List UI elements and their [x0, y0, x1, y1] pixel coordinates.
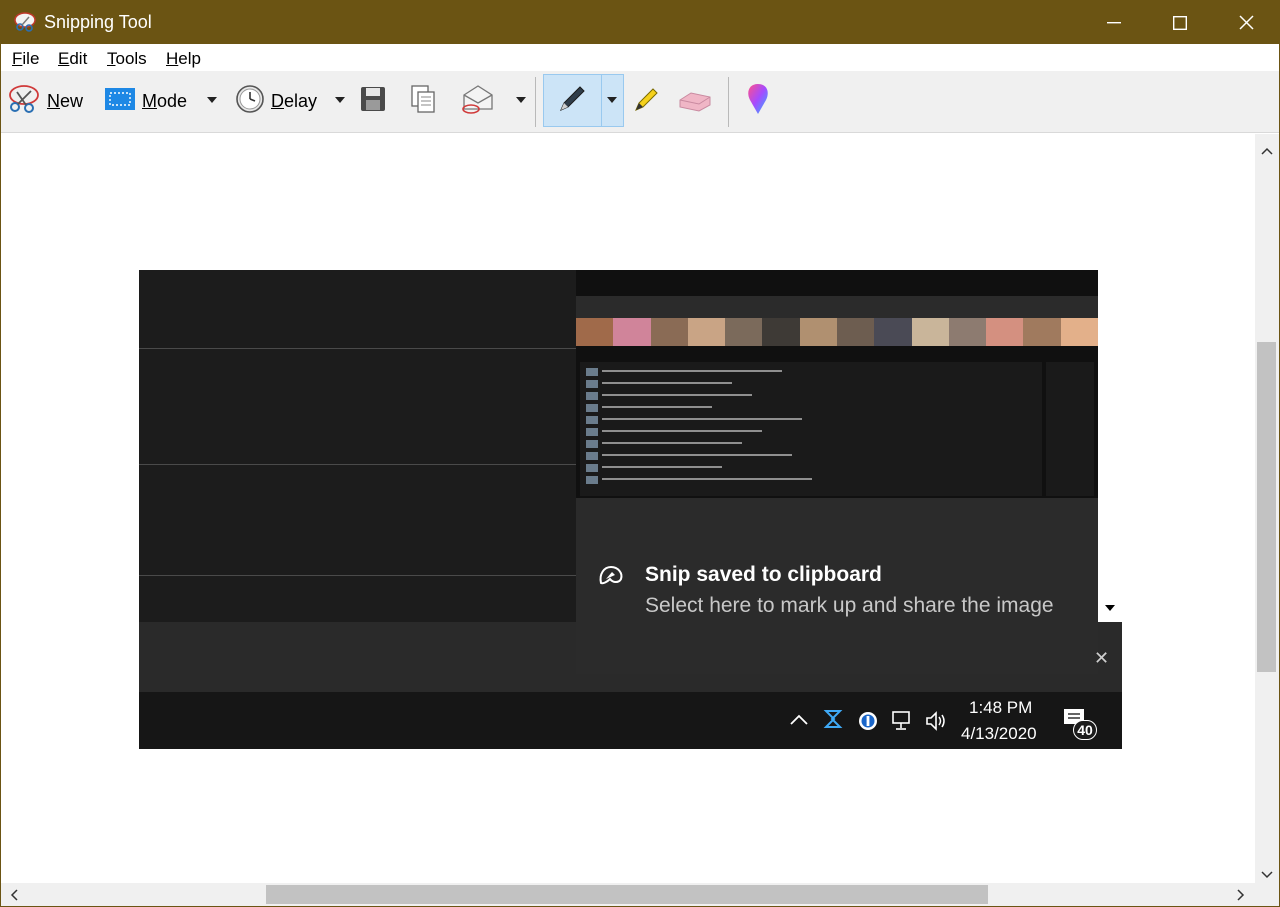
captured-post-list [580, 362, 1042, 496]
captured-scroll-strip [1098, 270, 1122, 622]
eraser-button[interactable] [677, 83, 713, 119]
floppy-disk-icon [359, 85, 387, 118]
window-title: Snipping Tool [44, 12, 152, 32]
vertical-scrollbar[interactable] [1255, 134, 1279, 883]
envelope-icon [460, 83, 496, 120]
scissors-icon [7, 83, 41, 120]
maximize-button[interactable] [1147, 1, 1213, 44]
taskbar-time: 1:48 PM [969, 698, 1033, 717]
captured-banner-images [576, 318, 1098, 346]
toast-close-icon: ✕ [1094, 648, 1110, 668]
chevron-up-icon [789, 712, 809, 731]
highlighter-icon [630, 83, 662, 120]
close-button[interactable] [1213, 1, 1279, 44]
scrollbar-corner [1255, 883, 1279, 906]
new-button[interactable]: New [7, 83, 83, 119]
captured-browser-tabs [576, 296, 1098, 318]
menu-tools[interactable]: Tools [107, 49, 147, 69]
send-dropdown-caret[interactable] [516, 97, 526, 103]
snipping-tool-app-icon [13, 11, 37, 33]
app-tray-icon [822, 708, 844, 735]
menu-help-accel: H [166, 49, 179, 68]
toolbar: New Mode Delay [1, 71, 1279, 133]
snip-sketch-icon [598, 564, 624, 591]
delay-button[interactable]: Delay [235, 83, 317, 119]
highlighter-button[interactable] [630, 83, 662, 119]
menu-file-accel: F [12, 49, 23, 68]
mode-button[interactable]: Mode [104, 83, 187, 119]
scroll-up-arrow-icon[interactable] [1261, 142, 1273, 160]
scroll-right-arrow-icon[interactable] [1237, 888, 1245, 906]
delay-dropdown-caret[interactable] [335, 97, 345, 103]
captured-snip-image: Snip saved to clipboard Select here to m… [139, 270, 1122, 749]
toast-title: Snip saved to clipboard [645, 563, 882, 586]
new-label: New [47, 90, 84, 111]
password-manager-icon [857, 710, 879, 737]
toolbar-separator-2 [728, 77, 729, 127]
menu-edit[interactable]: Edit [58, 49, 87, 69]
delay-label: Delay [271, 90, 318, 111]
pen-split-divider [601, 74, 602, 127]
copy-button[interactable] [409, 83, 437, 119]
snip-toast-notification: Snip saved to clipboard Select here to m… [576, 498, 1098, 674]
rectangle-snip-icon [104, 87, 136, 116]
menu-edit-accel: E [58, 49, 70, 68]
menu-file[interactable]: File [12, 49, 39, 69]
menu-tools-label: ools [115, 49, 147, 68]
notification-count-badge: 40 [1073, 720, 1097, 740]
toolbar-separator [535, 77, 536, 127]
menu-file-label: ile [22, 49, 40, 68]
scroll-down-arrow-icon[interactable] [1261, 866, 1273, 884]
title-bar[interactable]: Snipping Tool [1, 1, 1279, 44]
captured-scroll-down-arrow [1105, 605, 1115, 611]
clock-icon [235, 84, 265, 119]
scroll-left-arrow-icon[interactable] [10, 888, 18, 906]
snip-divider-line [139, 348, 576, 349]
menu-help[interactable]: Help [166, 49, 201, 69]
menu-edit-label: dit [69, 49, 88, 68]
save-button[interactable] [359, 83, 387, 119]
vertical-scroll-thumb[interactable] [1257, 342, 1276, 672]
eraser-icon [677, 85, 713, 118]
horizontal-scroll-thumb[interactable] [266, 885, 988, 904]
pen-icon [556, 83, 588, 120]
menu-tools-accel: T [107, 49, 116, 68]
taskbar-date: 4/13/2020 [961, 724, 1037, 743]
horizontal-scrollbar[interactable] [1, 883, 1255, 906]
pen-dropdown-caret[interactable] [607, 97, 617, 103]
mode-dropdown-caret[interactable] [207, 97, 217, 103]
minimize-button[interactable] [1081, 1, 1147, 44]
snip-divider-line [139, 464, 576, 465]
menu-help-label: elp [178, 49, 201, 68]
copy-icon [409, 84, 437, 119]
snip-divider-line [139, 575, 576, 576]
paint-3d-icon [743, 82, 773, 121]
network-icon [890, 710, 914, 737]
volume-icon [924, 710, 948, 737]
snipping-tool-window: Snipping Tool File Edit Tools Help New M… [0, 0, 1280, 907]
edit-with-paint-3d-button[interactable] [743, 83, 773, 119]
snip-canvas[interactable]: Snip saved to clipboard Select here to m… [1, 134, 1255, 883]
toast-body: Select here to mark up and share the ima… [645, 594, 1054, 617]
pen-button[interactable] [556, 83, 588, 119]
captured-sidebar [1046, 362, 1094, 496]
mode-label: Mode [142, 90, 188, 111]
captured-browser-thumbnail [576, 270, 1098, 498]
send-snip-button[interactable] [460, 83, 496, 119]
menu-bar: File Edit Tools Help [1, 44, 1279, 71]
